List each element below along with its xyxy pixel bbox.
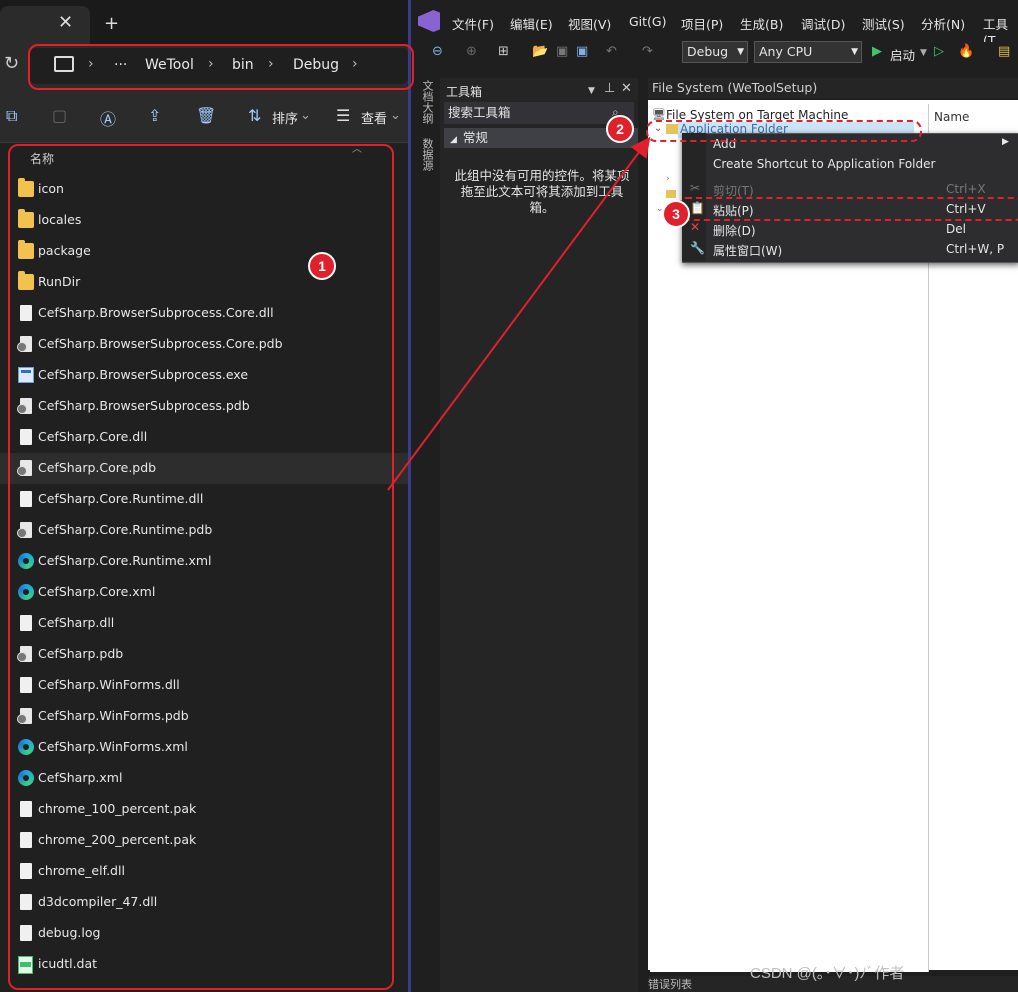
step-badge-1: 1 <box>308 252 336 280</box>
step-badge-3: 3 <box>662 200 690 228</box>
step-badge-2: 2 <box>606 115 634 143</box>
annotation-arrow <box>387 136 651 491</box>
watermark: CSDN @(｡･∀･)ﾉﾞ作者 <box>750 965 905 982</box>
